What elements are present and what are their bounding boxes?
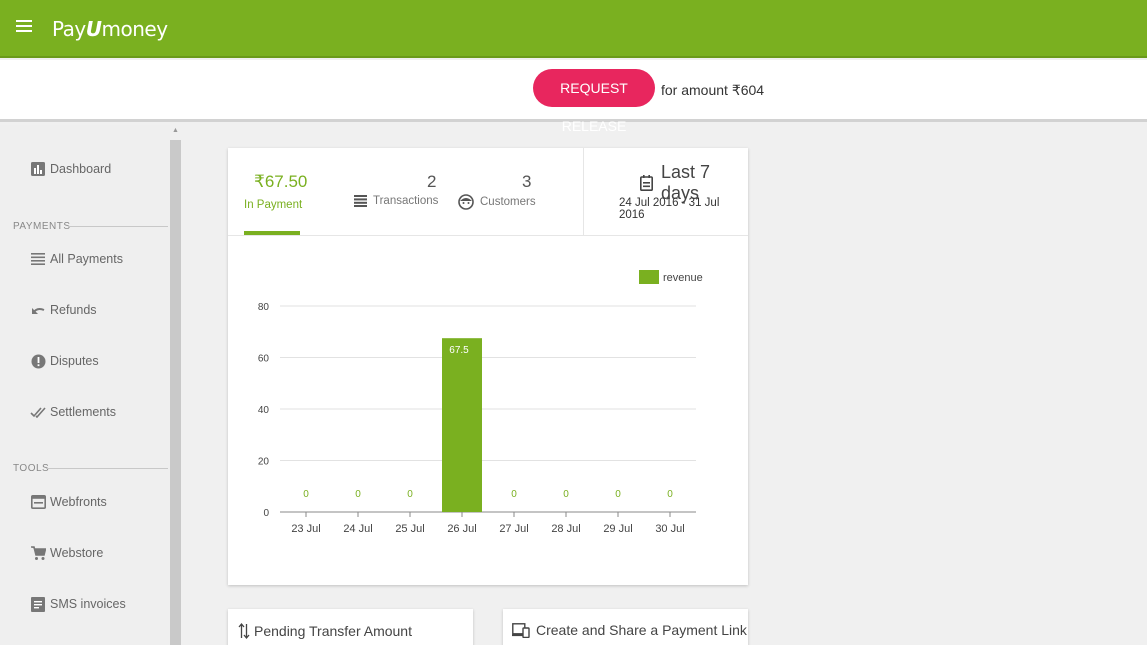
double-check-icon bbox=[30, 404, 46, 420]
data-label: 67.5 bbox=[449, 345, 469, 356]
legend-swatch bbox=[639, 270, 659, 284]
y-tick-label: 60 bbox=[258, 354, 270, 365]
sidebar-scrollbar[interactable] bbox=[170, 140, 181, 645]
sidebar: Dashboard PAYMENTS All Payments Refunds … bbox=[0, 125, 170, 645]
y-tick-label: 40 bbox=[258, 405, 270, 416]
sidebar-item-label: Dashboard bbox=[50, 162, 112, 176]
data-label: 0 bbox=[407, 489, 413, 500]
sidebar-item-sms-invoices[interactable]: SMS invoices bbox=[30, 596, 126, 612]
transactions-count: 2 bbox=[427, 172, 437, 191]
customers-label-wrap: Customers bbox=[458, 194, 536, 210]
active-tab-indicator bbox=[244, 231, 300, 235]
in-payment-amount: ₹67.50 bbox=[254, 172, 308, 191]
section-divider bbox=[68, 226, 168, 227]
transfer-arrows-icon bbox=[238, 622, 250, 640]
sidebar-item-label: All Payments bbox=[50, 252, 123, 266]
sidebar-item-label: Settlements bbox=[50, 405, 117, 419]
list-icon bbox=[354, 195, 367, 207]
tools-section-label: TOOLS bbox=[13, 463, 50, 474]
hamburger-menu-icon[interactable] bbox=[16, 20, 32, 34]
stats-row: ₹67.50 In Payment 2 Transactions 3 Custo… bbox=[228, 148, 748, 236]
request-release-button[interactable]: REQUEST RELEASE bbox=[533, 69, 655, 134]
undo-icon bbox=[30, 302, 46, 318]
x-tick-label: 24 Jul bbox=[343, 523, 372, 535]
transactions-label: Transactions bbox=[373, 195, 439, 207]
legend-label: revenue bbox=[663, 272, 703, 284]
payumoney-logo[interactable]: PayUmoney bbox=[52, 17, 168, 41]
release-amount-text: for amount ₹604 bbox=[661, 82, 765, 98]
section-divider bbox=[46, 468, 168, 469]
sms-invoice-icon bbox=[30, 596, 46, 612]
sidebar-item-webstore[interactable]: Webstore bbox=[30, 545, 103, 561]
logo-mark: U bbox=[85, 17, 102, 41]
data-label: 0 bbox=[355, 489, 361, 500]
webfront-window-icon bbox=[30, 494, 46, 510]
payment-link-card[interactable]: Create and Share a Payment Link bbox=[503, 609, 748, 645]
sidebar-item-label: Webstore bbox=[50, 546, 104, 560]
x-tick-label: 27 Jul bbox=[499, 523, 528, 535]
scroll-up-arrow-icon[interactable]: ▲ bbox=[171, 127, 180, 137]
sidebar-item-label: Webfronts bbox=[50, 495, 107, 509]
sidebar-item-refunds[interactable]: Refunds bbox=[30, 302, 97, 318]
list-icon bbox=[30, 251, 46, 267]
calendar-icon bbox=[640, 175, 653, 191]
sidebar-item-settlements[interactable]: Settlements bbox=[30, 404, 116, 420]
sidebar-item-dashboard[interactable]: Dashboard bbox=[30, 161, 111, 177]
payment-link-title: Create and Share a Payment Link bbox=[536, 622, 747, 638]
y-tick-label: 80 bbox=[258, 302, 270, 313]
top-app-bar: PayUmoney bbox=[0, 0, 1147, 58]
customers-count: 3 bbox=[522, 172, 532, 191]
release-bar: REQUEST RELEASE for amount ₹604 bbox=[0, 60, 1147, 134]
sidebar-item-webfronts[interactable]: Webfronts bbox=[30, 494, 107, 510]
sidebar-item-label: Refunds bbox=[50, 303, 97, 317]
shopping-cart-icon bbox=[30, 545, 46, 561]
x-tick-label: 26 Jul bbox=[447, 523, 476, 535]
dashboard-summary-card: ₹67.50 In Payment 2 Transactions 3 Custo… bbox=[228, 148, 748, 585]
data-label: 0 bbox=[615, 489, 621, 500]
stats-divider bbox=[583, 148, 584, 236]
transactions-label-wrap: Transactions bbox=[354, 195, 438, 207]
data-label: 0 bbox=[303, 489, 309, 500]
in-payment-label: In Payment bbox=[244, 199, 303, 211]
payment-link-title-wrap: Create and Share a Payment Link bbox=[512, 622, 747, 638]
x-tick-label: 28 Jul bbox=[551, 523, 580, 535]
x-tick-label: 30 Jul bbox=[655, 523, 684, 535]
pending-transfer-title: Pending Transfer Amount bbox=[254, 623, 412, 639]
data-label: 0 bbox=[667, 489, 673, 500]
sidebar-item-disputes[interactable]: Disputes bbox=[30, 353, 99, 369]
revenue-bar-chart: 0 20 40 60 80 23 Jul 0 24 Jul 0 25 Jul 0 26 Jul 67.5… bbox=[258, 270, 703, 535]
pending-transfer-card[interactable]: Pending Transfer Amount bbox=[228, 609, 473, 645]
y-tick-label: 0 bbox=[263, 508, 269, 519]
customers-label: Customers bbox=[480, 196, 536, 208]
pending-transfer-title-wrap: Pending Transfer Amount bbox=[238, 622, 412, 640]
data-label: 0 bbox=[563, 489, 569, 500]
devices-icon bbox=[512, 622, 530, 638]
x-tick-label: 23 Jul bbox=[291, 523, 320, 535]
logo-prefix: Pay bbox=[52, 17, 86, 41]
payments-section-label: PAYMENTS bbox=[13, 221, 71, 232]
data-label: 0 bbox=[511, 489, 517, 500]
logo-suffix: money bbox=[101, 17, 169, 41]
y-tick-label: 20 bbox=[258, 457, 270, 468]
bar bbox=[442, 338, 482, 512]
sidebar-item-label: Disputes bbox=[50, 354, 99, 368]
sidebar-item-label: SMS invoices bbox=[50, 597, 126, 611]
x-tick-label: 29 Jul bbox=[603, 523, 632, 535]
alert-icon bbox=[30, 353, 46, 369]
face-icon bbox=[458, 194, 474, 210]
x-tick-label: 25 Jul bbox=[395, 523, 424, 535]
sidebar-item-all-payments[interactable]: All Payments bbox=[30, 251, 123, 267]
bar-chart-icon bbox=[30, 161, 46, 177]
date-range-dates: 24 Jul 2016 - 31 Jul 2016 bbox=[619, 197, 720, 221]
